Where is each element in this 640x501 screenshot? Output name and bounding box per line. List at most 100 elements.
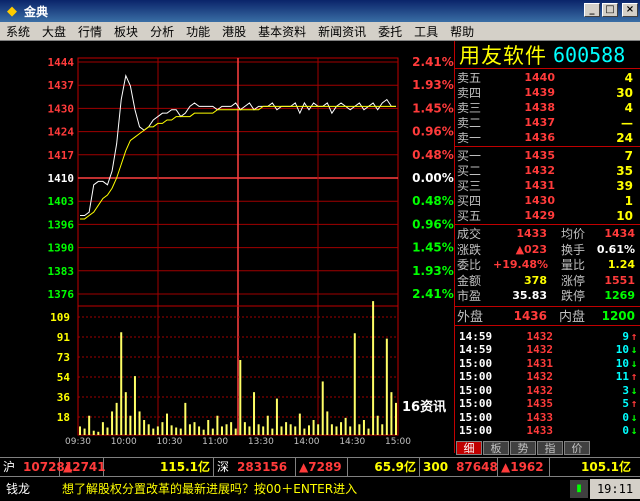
bid-row[interactable]: 买一 1435 7 [455,148,640,164]
tick-volume: 11 [615,370,629,384]
ask-row[interactable]: 卖一 1436 24 [455,130,640,146]
sz-index-cell[interactable]: 深 283156 [214,457,296,476]
tick-volume: 9 [622,329,629,343]
tick-price: 1432 [526,383,554,397]
tick-time: 15:00 [459,424,493,438]
stat-row: 成交 1433 均价 1434 [455,226,640,242]
percent-tick-label: 0.48% [412,194,454,208]
app-logo-icon: ◆ [7,3,17,19]
minimize-button[interactable]: _ [584,3,600,17]
c300-index-change-cell: ▲1962 [498,457,550,476]
menu-item-sectors[interactable]: 板块 [108,23,144,40]
tick-volume: 0 [622,410,629,424]
stat-label: 换手 [560,242,585,257]
sh-index-name: 沪 [3,460,16,474]
stat-value: 1433 [516,227,547,241]
tick-time: 15:00 [459,410,493,424]
bid-volume: 39 [616,178,633,193]
tab-detail[interactable]: 细 [456,441,482,455]
tab-index[interactable]: 指 [537,441,563,455]
price-tick-label: 1410 [48,172,75,185]
bid-row[interactable]: 买三 1431 39 [455,178,640,194]
menu-item-fundamentals[interactable]: 基本资料 [252,23,312,40]
sh-index-change: ▲2741 [63,459,106,474]
ask-row[interactable]: 卖五 1440 4 [455,70,640,86]
menu-item-analysis[interactable]: 分析 [144,23,180,40]
news-annotation: 16资讯 [402,399,446,415]
maximize-button[interactable]: □ [602,3,618,17]
intraday-chart[interactable]: 1444 2.41% 1437 1.93% 1430 1.45% 1424 0.96% 1417… [0,41,454,453]
menu-item-help[interactable]: 帮助 [444,23,480,40]
menu-item-market[interactable]: 大盘 [36,23,72,40]
bid-price: 1429 [524,209,555,222]
menu-item-system[interactable]: 系统 [0,23,36,40]
stat-label: 市盈 [457,289,482,304]
bid-row[interactable]: 买五 1429 10 [455,208,640,224]
menu-item-functions[interactable]: 功能 [180,23,216,40]
tick-row: 15:00 1433 0 ↓ [455,411,640,425]
ask-volume: 30 [616,85,633,100]
bid-label: 买五 [457,209,482,223]
quote-panel: 用友软件 600588 卖五 1440 4 卖四 1439 30 卖三 1438 4 卖二 1… [454,41,640,453]
ask-row[interactable]: 卖三 1438 4 [455,100,640,116]
tick-row: 15:00 1435 5 ↑ [455,397,640,411]
percent-tick-label: 0.96% [412,217,454,231]
chart-svg[interactable]: 1444 2.41% 1437 1.93% 1430 1.45% 1424 0.96% 1417… [0,41,454,453]
time-tick-label: 11:00 [202,437,228,447]
ask-price: 1437 [524,116,555,129]
status-message[interactable]: 想了解股权分置改革的最新进展吗？按00＋ENTER进入 [56,480,570,497]
tick-volume: 0 [622,424,629,438]
stat-row: 金额 378 涨停 1551 [455,273,640,289]
ask-price: 1438 [524,101,555,114]
volume-tick-label: 54 [57,371,71,384]
ask-row[interactable]: 卖四 1439 30 [455,85,640,101]
arrow-up-icon: ↑ [630,397,638,411]
bid-row[interactable]: 买四 1430 1 [455,193,640,209]
bid-price: 1431 [524,179,555,192]
menu-item-hk-stocks[interactable]: 港股 [216,23,252,40]
inner-value: 1200 [601,308,635,323]
stat-label: 委比 [457,258,482,273]
menu-item-tools[interactable]: 工具 [408,23,444,40]
close-button[interactable]: × [622,3,638,17]
percent-tick-label: 0.48% [412,148,454,162]
stat-row: 委比 +19.48% 量比 1.24 [455,257,640,273]
index-ticker-bar[interactable]: 沪 107281 ▲2741 115.1亿 深 283156 ▲7289 65.9亿… [0,457,640,476]
clock: 19:11 [590,478,640,499]
tick-price: 1433 [526,424,554,438]
inner-label: 内盘 [558,310,585,325]
tick-row: 15:00 1433 0 ↓ [455,424,640,438]
stat-value: 1434 [604,227,635,241]
tab-price[interactable]: 价 [564,441,590,455]
c300-index-cell[interactable]: 300 87648 [420,457,498,476]
tab-trend[interactable]: 势 [510,441,536,455]
price-tick-label: 1437 [48,79,75,92]
menu-bar: 系统 大盘 行情 板块 分析 功能 港股 基本资料 新闻资讯 委托 工具 帮助 [0,22,640,41]
stat-value: 35.83 [512,289,547,303]
time-tick-label: 13:30 [248,437,274,447]
sh-index-cell[interactable]: 沪 107281 [0,457,73,476]
tick-list[interactable]: 14:59 1432 9 ↑ 14:59 1432 10 ↓ 15:00 1431 10 ↓ 15:00… [455,326,640,438]
order-book: 卖五 1440 4 卖四 1439 30 卖三 1438 4 卖二 1437— 卖一 1436 2… [455,69,640,223]
status-bar: 钱龙 想了解股权分置改革的最新进展吗？按00＋ENTER进入 ▮ 19:11 [0,476,640,501]
menu-item-orders[interactable]: 委托 [372,23,408,40]
percent-tick-label: 0.96% [412,125,454,139]
bid-row[interactable]: 买二 1432 35 [455,163,640,179]
menu-item-quotes[interactable]: 行情 [72,23,108,40]
arrow-down-icon: ↓ [630,343,638,357]
ask-row[interactable]: 卖二 1437— [455,115,640,131]
tick-time: 14:59 [459,329,493,343]
ask-volume: 4 [624,70,633,85]
volume-tick-label: 73 [57,351,70,364]
price-tick-label: 1390 [48,242,75,255]
menu-item-news[interactable]: 新闻资讯 [312,23,372,40]
stock-header: 用友软件 600588 [455,41,640,69]
outer-value: 1436 [513,308,547,323]
sz-index-name: 深 [217,460,230,474]
stat-label: 均价 [560,227,585,242]
price-tick-label: 1417 [48,149,75,162]
price-tick-label: 1383 [48,265,75,278]
tick-row: 15:00 1432 3 ↓ [455,384,640,398]
sh-index-amount: 115.1亿 [160,460,210,474]
tab-sector[interactable]: 板 [483,441,509,455]
